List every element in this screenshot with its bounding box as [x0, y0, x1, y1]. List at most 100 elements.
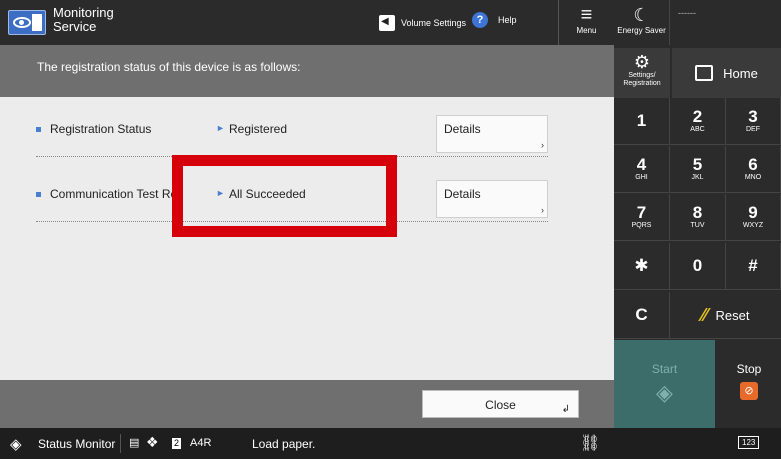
app-title-line1: Monitoring	[53, 5, 114, 20]
key-4-digit: 4	[636, 155, 647, 174]
key-6-letters: MNO	[744, 174, 762, 181]
gear-icon: ⚙	[633, 52, 651, 72]
highlight-box	[172, 155, 397, 237]
menu-button[interactable]: ≡ Menu	[558, 0, 614, 45]
bullet-icon	[36, 192, 41, 197]
communication-test-label: Communication Test Results	[50, 187, 175, 201]
keyboard-icon[interactable]: 123	[738, 436, 760, 449]
monitoring-service-icon	[8, 10, 46, 35]
key-4[interactable]: 4 GHI	[614, 146, 670, 193]
key-6[interactable]: 6 MNO	[726, 146, 781, 193]
start-button[interactable]: Start ◈	[614, 340, 715, 428]
start-label: Start	[651, 362, 678, 376]
arrow-right-icon: ►	[216, 123, 225, 133]
key-0-digit: 0	[692, 256, 703, 275]
key-hash[interactable]: #	[726, 243, 781, 290]
status-header: The registration status of this device i…	[0, 45, 614, 97]
settings-label-line1: Settings/	[628, 72, 656, 79]
key-2-digit: 2	[692, 107, 703, 126]
start-diamond-icon: ◈	[656, 380, 673, 405]
registration-status-row: Registration Status ► Registered Details…	[36, 102, 548, 157]
home-button[interactable]: Home	[672, 48, 781, 98]
key-7-letters: PQRS	[631, 222, 652, 229]
close-label: Close	[485, 398, 516, 412]
key-asterisk[interactable]: ✱	[614, 243, 670, 290]
reset-button[interactable]: ⁄⁄ Reset	[670, 292, 781, 339]
key-1[interactable]: 1	[614, 98, 670, 145]
key-3-letters: DEF	[746, 126, 760, 133]
hamburger-icon: ≡	[580, 4, 593, 26]
volume-settings-button[interactable]: Volume Settings	[379, 12, 466, 34]
key-5-letters: JKL	[691, 174, 704, 181]
header-message: The registration status of this device i…	[37, 60, 301, 74]
key-3[interactable]: 3 DEF	[726, 98, 781, 145]
status-message: Load paper.	[252, 437, 316, 451]
key-5-digit: 5	[692, 155, 703, 174]
home-label: Home	[723, 65, 758, 81]
energy-saver-label: Energy Saver	[617, 26, 666, 35]
settings-registration-button[interactable]: ⚙ Settings/ Registration	[614, 48, 670, 98]
key-5[interactable]: 5 JKL	[670, 146, 726, 193]
key-8[interactable]: 8 TUV	[670, 194, 726, 241]
registration-status-value: Registered	[229, 122, 288, 136]
status-monitor-button[interactable]: Status Monitor	[38, 437, 115, 451]
moon-icon: ☾	[633, 5, 650, 25]
help-button[interactable]: ? Help	[472, 12, 517, 28]
content-area: Registration Status ► Registered Details…	[0, 97, 614, 380]
paper-size: A4R	[190, 437, 211, 449]
return-arrow-icon: ↲	[561, 404, 570, 415]
chevron-right-icon: ›	[541, 140, 544, 150]
communication-details-button[interactable]: Details ›	[436, 180, 548, 218]
energy-saver-button[interactable]: ☾ Energy Saver	[614, 0, 670, 45]
key-2-letters: ABC	[690, 126, 705, 133]
menu-label: Menu	[576, 26, 597, 35]
settings-label-line2: Registration	[623, 80, 661, 87]
key-8-digit: 8	[692, 203, 703, 222]
reset-icon: ⁄⁄	[701, 304, 708, 325]
key-9[interactable]: 9 WXYZ	[726, 194, 781, 241]
status-bar: ◈ Status Monitor ▤ ❖ 2 A4R Load paper. ⛓…	[0, 428, 781, 459]
close-button[interactable]: Close ↲	[422, 390, 579, 418]
key-6-digit: 6	[748, 155, 758, 174]
stop-label: Stop	[736, 362, 762, 376]
key-7-digit: 7	[636, 203, 647, 222]
key-4-letters: GHI	[635, 174, 648, 181]
key-9-digit: 9	[748, 203, 758, 222]
key-1-digit: 1	[636, 111, 647, 130]
registration-details-button[interactable]: Details ›	[436, 115, 548, 153]
clear-key-label: C	[635, 305, 648, 324]
paper-orientation-flag: R	[203, 437, 212, 449]
app-title-line2: Service	[53, 19, 97, 34]
key-8-letters: TUV	[690, 222, 705, 229]
bullet-icon	[36, 127, 41, 132]
registration-status-label: Registration Status	[50, 122, 152, 136]
top-bar: Monitoring Service Volume Settings ? Hel…	[0, 0, 614, 45]
stop-icon: ⊘	[740, 382, 758, 400]
communication-details-label: Details	[444, 187, 481, 201]
paper-size-label: A4	[190, 437, 204, 449]
asterisk-icon: ✱	[634, 256, 649, 275]
volume-settings-label: Volume Settings	[401, 18, 467, 28]
paper-stack-icon: ❖	[146, 434, 159, 450]
key-0[interactable]: 0	[670, 243, 726, 290]
network-icon[interactable]: ⛓	[580, 433, 600, 453]
app-title: Monitoring Service	[53, 6, 173, 34]
clear-key[interactable]: C	[614, 292, 670, 339]
home-icon	[695, 65, 714, 81]
status-monitor-icon[interactable]: ◈	[10, 435, 22, 453]
user-name-placeholder: ------	[678, 8, 696, 18]
key-9-letters: WXYZ	[742, 222, 764, 229]
key-3-digit: 3	[748, 107, 758, 126]
footer-bar: Close ↲	[0, 380, 614, 428]
tray-number: 2	[172, 438, 182, 449]
registration-details-label: Details	[444, 122, 481, 136]
chevron-right-icon: ›	[541, 205, 544, 215]
hash-icon: #	[748, 256, 758, 275]
reset-label: Reset	[715, 307, 750, 323]
key-2[interactable]: 2 ABC	[670, 98, 726, 145]
help-icon: ?	[472, 12, 488, 28]
key-7[interactable]: 7 PQRS	[614, 194, 670, 241]
lock-icon: ▤	[129, 437, 140, 449]
help-label: Help	[498, 15, 517, 25]
stop-button[interactable]: Stop ⊘	[717, 340, 781, 428]
